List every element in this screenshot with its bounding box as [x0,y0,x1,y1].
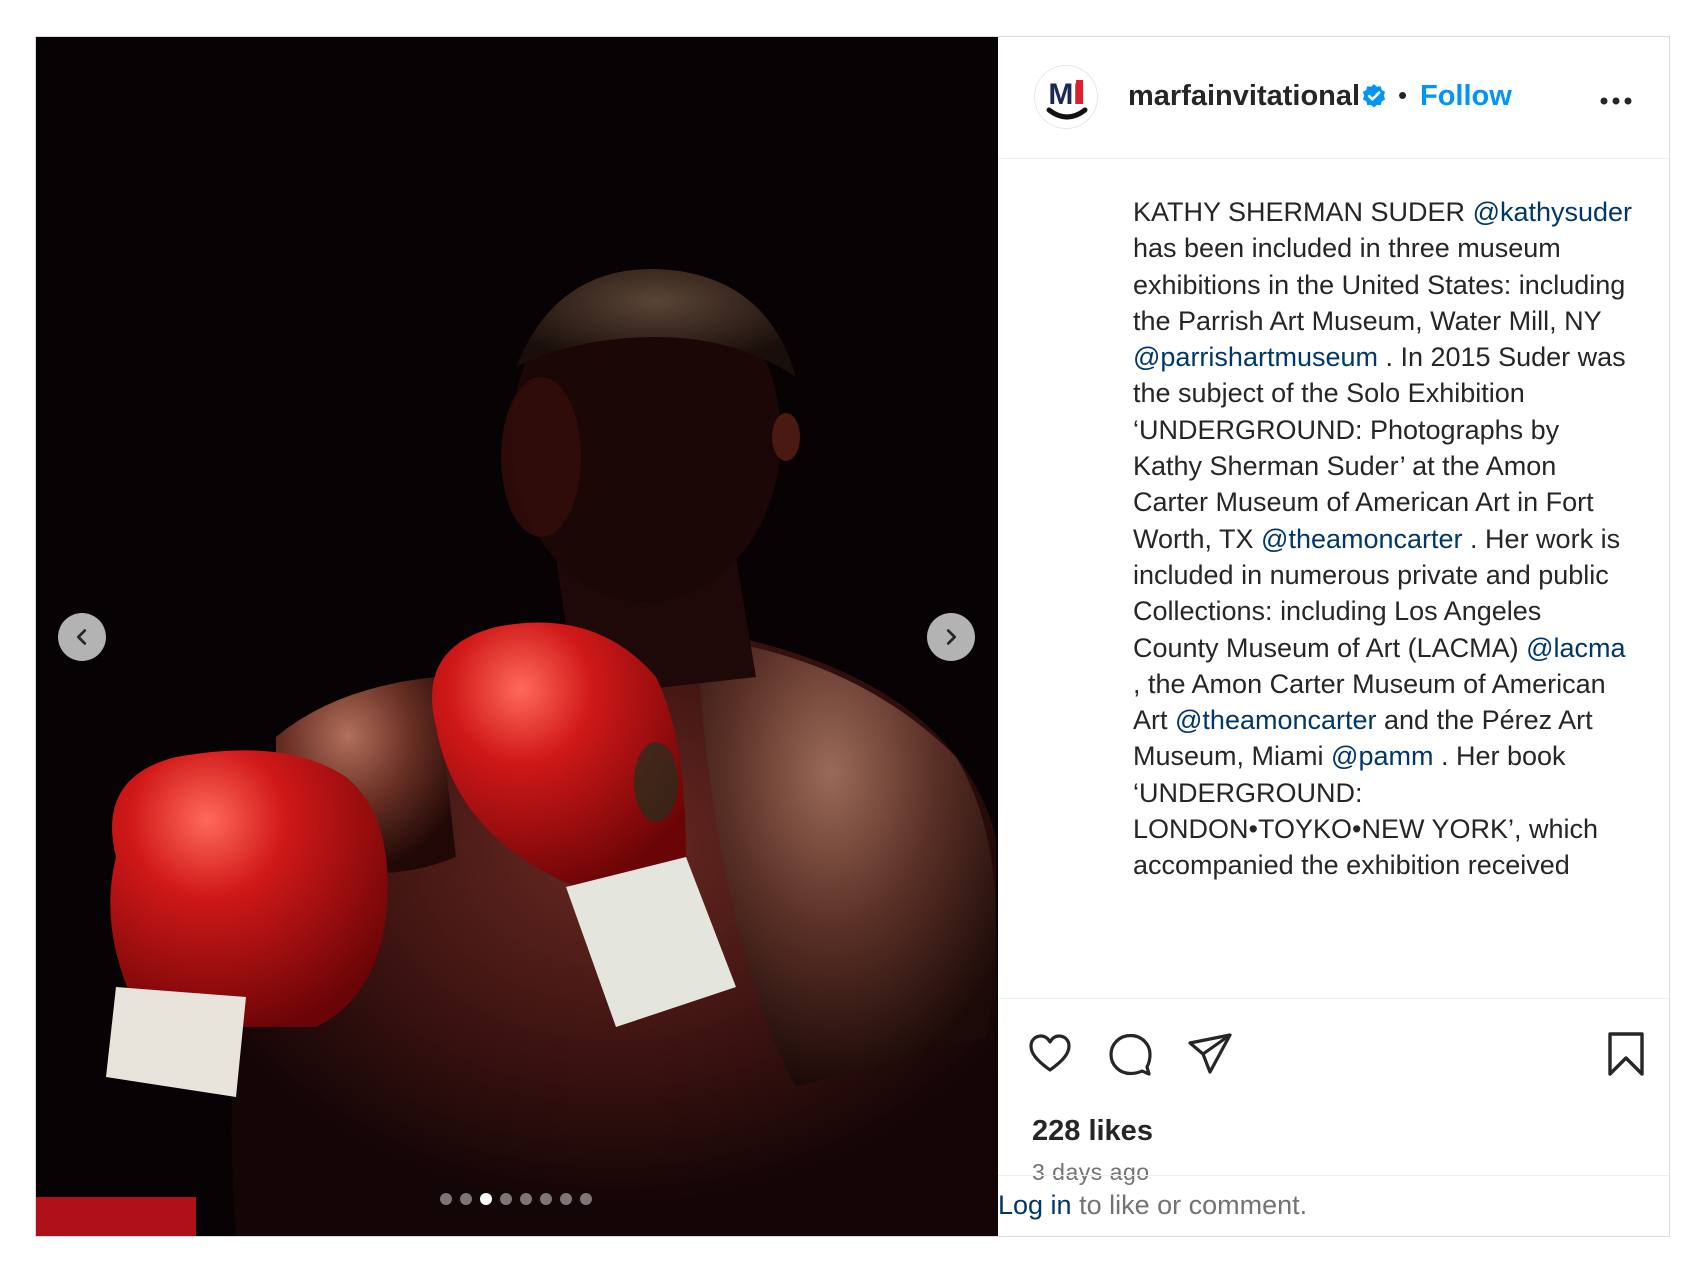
mention-link[interactable]: @theamoncarter [1261,524,1463,554]
carousel-indicator [440,1193,592,1205]
post-caption: KATHY SHERMAN SUDER @kathysuder has been… [1133,194,1633,998]
username[interactable]: marfainvitational [1128,80,1360,113]
boxer-photo [36,37,998,1236]
more-options-icon[interactable] [1599,95,1633,107]
next-slide-button[interactable] [927,613,975,661]
mention-link[interactable]: @pamm [1331,741,1433,771]
carousel-dot [580,1193,592,1205]
likes-count[interactable]: 228 likes [1032,1115,1153,1148]
carousel-dot [500,1193,512,1205]
carousel-dot [460,1193,472,1205]
mention-link[interactable]: @theamoncarter [1175,705,1377,735]
follow-button[interactable]: Follow [1420,80,1512,113]
mention-link[interactable]: @parrishartmuseum [1133,342,1378,372]
login-link[interactable]: Log in [998,1190,1072,1220]
carousel-dot [540,1193,552,1205]
login-prompt: Log in to like or comment. [998,1175,1669,1236]
carousel-dot [480,1193,492,1205]
bookmark-icon[interactable] [1602,1030,1650,1078]
comment-icon[interactable] [1106,1030,1154,1078]
marfa-invitational-logo: MI [1035,66,1097,128]
verified-badge-icon [1362,84,1386,108]
avatar[interactable]: MI [1034,65,1098,129]
post-side-panel: MI marfainvitational • Follow KATHY SHER… [998,37,1669,1236]
chevron-right-icon [946,629,957,645]
post-media[interactable] [36,37,998,1236]
caption-segment: KATHY SHERMAN SUDER [1133,197,1473,227]
mention-link[interactable]: @kathysuder [1473,197,1632,227]
share-icon[interactable] [1186,1030,1234,1078]
chevron-left-icon [76,629,87,645]
caption-segment: has been included in three museum exhibi… [1133,233,1626,336]
instagram-post: MI marfainvitational • Follow KATHY SHER… [35,36,1670,1237]
mention-link[interactable]: @lacma [1526,633,1625,663]
carousel-dot [440,1193,452,1205]
separator-dot: • [1398,80,1408,110]
post-header: MI marfainvitational • Follow [998,37,1669,159]
carousel-dot [560,1193,572,1205]
caption-segment: . In 2015 Suder was the subject of the S… [1133,342,1626,554]
carousel-dot [520,1193,532,1205]
heart-icon[interactable] [1026,1030,1074,1078]
login-prompt-text: to like or comment. [1071,1190,1308,1220]
caption-text: KATHY SHERMAN SUDER @kathysuder has been… [1133,194,1633,884]
previous-slide-button[interactable] [58,613,106,661]
